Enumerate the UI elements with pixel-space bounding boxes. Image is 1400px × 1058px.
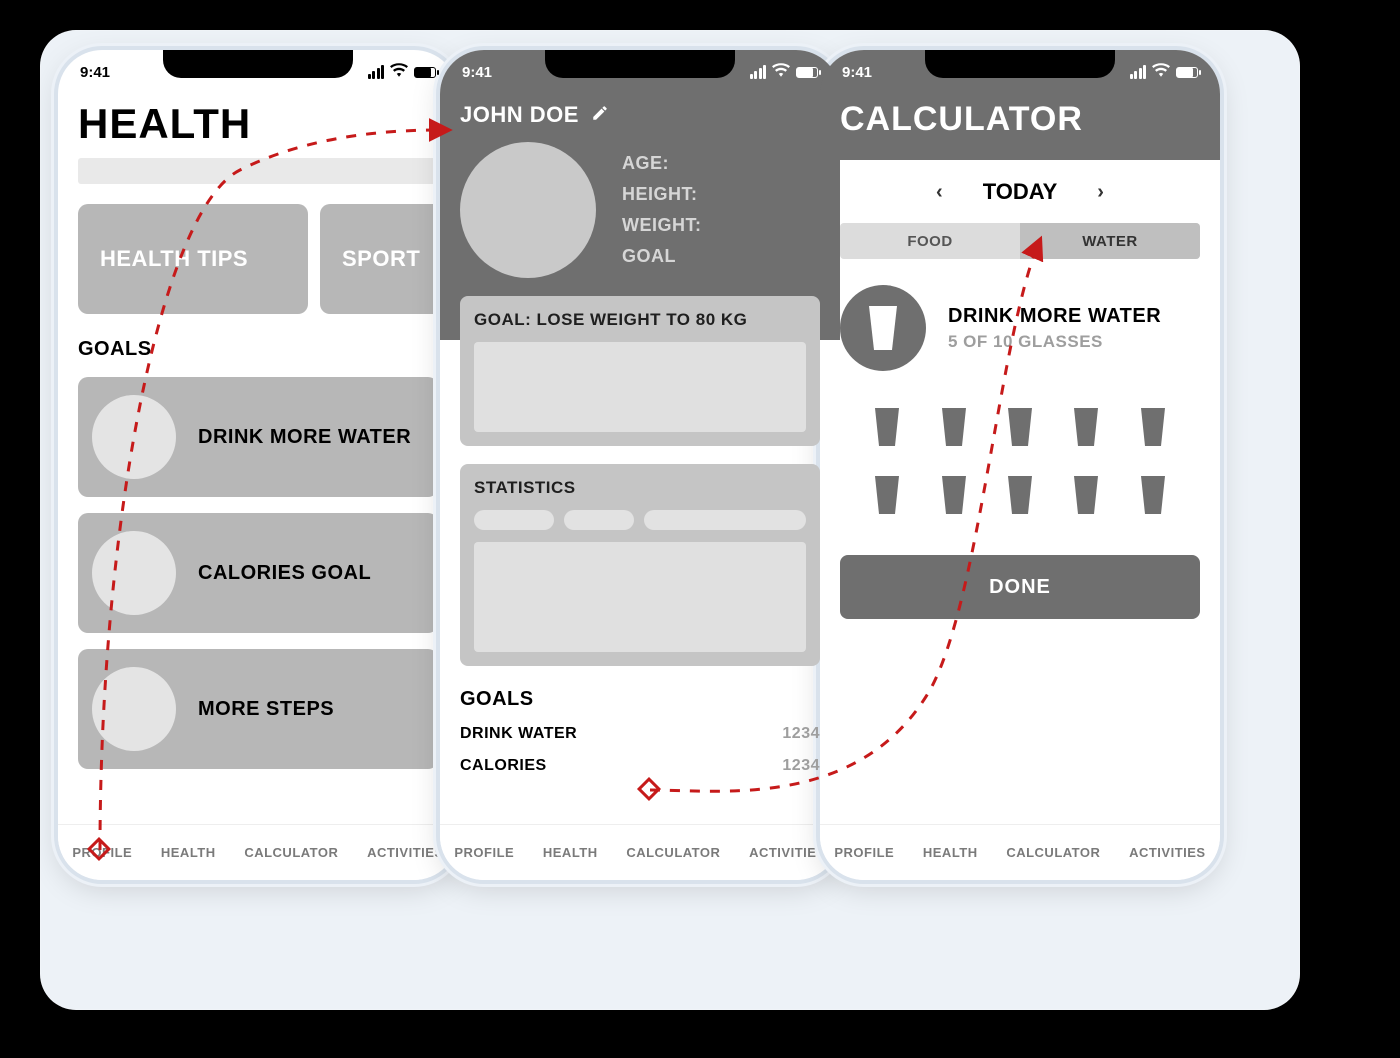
page-title: HEALTH	[78, 100, 438, 148]
stats-filter-pills[interactable]	[474, 510, 806, 530]
search-input[interactable]	[78, 158, 438, 184]
segment-food[interactable]: FOOD	[840, 223, 1020, 259]
fact-height: HEIGHT:	[622, 184, 702, 205]
goal-row-value: 1234	[782, 757, 820, 775]
status-time: 9:41	[80, 64, 110, 81]
battery-icon	[414, 67, 436, 78]
signal-icon	[368, 65, 385, 79]
signal-icon	[750, 65, 767, 79]
status-time: 9:41	[842, 64, 872, 81]
goal-panel-title: GOAL: LOSE WEIGHT TO 80 KG	[474, 310, 806, 330]
glass-item[interactable]	[920, 407, 986, 447]
phone-calculator: 9:41 CALCULATOR ‹ TODAY › FOOD WATER	[820, 50, 1220, 880]
segment-label: FOOD	[907, 233, 952, 250]
goal-icon	[92, 531, 176, 615]
goal-summary-title: DRINK MORE WATER	[948, 305, 1161, 328]
tile-sport[interactable]: SPORT	[320, 204, 458, 314]
wifi-icon	[772, 63, 790, 81]
stats-panel-title: STATISTICS	[474, 478, 806, 498]
glass-item[interactable]	[1053, 475, 1119, 515]
glass-item[interactable]	[1053, 407, 1119, 447]
battery-icon	[796, 67, 818, 78]
goal-card-water[interactable]: DRINK MORE WATER	[78, 377, 438, 497]
tile-health-tips[interactable]: HEALTH TIPS	[78, 204, 308, 314]
glass-item[interactable]	[1120, 475, 1186, 515]
glass-item[interactable]	[854, 475, 920, 515]
goal-icon	[92, 395, 176, 479]
goals-heading: GOALS	[78, 338, 438, 361]
status-icons	[1130, 63, 1199, 81]
goal-row-label: DRINK WATER	[460, 725, 577, 743]
status-icons	[368, 63, 437, 81]
chevron-right-icon[interactable]: ›	[1097, 181, 1104, 204]
segment-label: WATER	[1082, 233, 1138, 250]
goal-card-steps[interactable]: MORE STEPS	[78, 649, 438, 769]
avatar[interactable]	[460, 142, 596, 278]
stats-panel: STATISTICS	[460, 464, 820, 666]
wifi-icon	[1152, 63, 1170, 81]
goal-label: DRINK MORE WATER	[198, 426, 411, 449]
edit-icon[interactable]	[591, 102, 609, 128]
glass-item[interactable]	[987, 407, 1053, 447]
goal-summary: DRINK MORE WATER 5 OF 10 GLASSES	[840, 285, 1200, 371]
fact-age: AGE:	[622, 153, 702, 174]
phone-health: 9:41 HEALTH HEALTH TIPS SPORT GOALS DRIN…	[58, 50, 458, 880]
segmented-control: FOOD WATER	[840, 223, 1200, 259]
goal-card-calories[interactable]: CALORIES GOAL	[78, 513, 438, 633]
goal-row-water[interactable]: DRINK WATER 1234	[460, 725, 820, 743]
signal-icon	[1130, 65, 1147, 79]
phone-notch	[163, 50, 353, 78]
phone-notch	[545, 50, 735, 78]
glass-item[interactable]	[987, 475, 1053, 515]
done-label: DONE	[989, 576, 1051, 599]
profile-facts: AGE: HEIGHT: WEIGHT: GOAL	[622, 153, 702, 267]
nav-profile[interactable]: PROFILE	[72, 845, 132, 860]
chevron-left-icon[interactable]: ‹	[936, 181, 943, 204]
goal-row-value: 1234	[782, 725, 820, 743]
profile-name-row: JOHN DOE	[460, 102, 820, 128]
glass-item[interactable]	[1120, 407, 1186, 447]
phone-notch	[925, 50, 1115, 78]
done-button[interactable]: DONE	[840, 555, 1200, 619]
tile-label: HEALTH TIPS	[100, 246, 248, 272]
phone-profile: 9:41 JOHN DOE AGE: HEIGHT:	[440, 50, 840, 880]
battery-icon	[1176, 67, 1198, 78]
goal-icon	[92, 667, 176, 751]
goal-label: MORE STEPS	[198, 698, 334, 721]
stats-panel-chart	[474, 542, 806, 652]
date-selector: ‹ TODAY ›	[840, 179, 1200, 205]
fact-weight: WEIGHT:	[622, 215, 702, 236]
goal-row-label: CALORIES	[460, 757, 547, 775]
status-icons	[750, 63, 819, 81]
segment-water[interactable]: WATER	[1020, 223, 1200, 259]
status-time: 9:41	[462, 64, 492, 81]
wifi-icon	[390, 63, 408, 81]
goals-heading: GOALS	[460, 688, 820, 711]
goal-row-calories[interactable]: CALORIES 1234	[460, 757, 820, 775]
glass-item[interactable]	[920, 475, 986, 515]
glass-icon	[840, 285, 926, 371]
nav-calculator[interactable]: CALCULATOR	[244, 845, 338, 860]
fact-goal: GOAL	[622, 246, 702, 267]
glass-item[interactable]	[854, 407, 920, 447]
goal-panel-chart	[474, 342, 806, 432]
page-title: CALCULATOR	[840, 100, 1200, 139]
date-label: TODAY	[983, 179, 1058, 205]
goal-panel: GOAL: LOSE WEIGHT TO 80 KG	[460, 296, 820, 446]
goal-summary-sub: 5 OF 10 GLASSES	[948, 332, 1161, 352]
nav-activities[interactable]: ACTIVITIES	[367, 845, 444, 860]
bottom-nav: PROFILE HEALTH CALCULATOR ACTIVITIES	[58, 824, 458, 880]
tile-label: SPORT	[342, 246, 420, 272]
goal-label: CALORIES GOAL	[198, 562, 371, 585]
profile-name: JOHN DOE	[460, 102, 579, 128]
glass-grid	[840, 407, 1200, 515]
nav-health[interactable]: HEALTH	[161, 845, 216, 860]
